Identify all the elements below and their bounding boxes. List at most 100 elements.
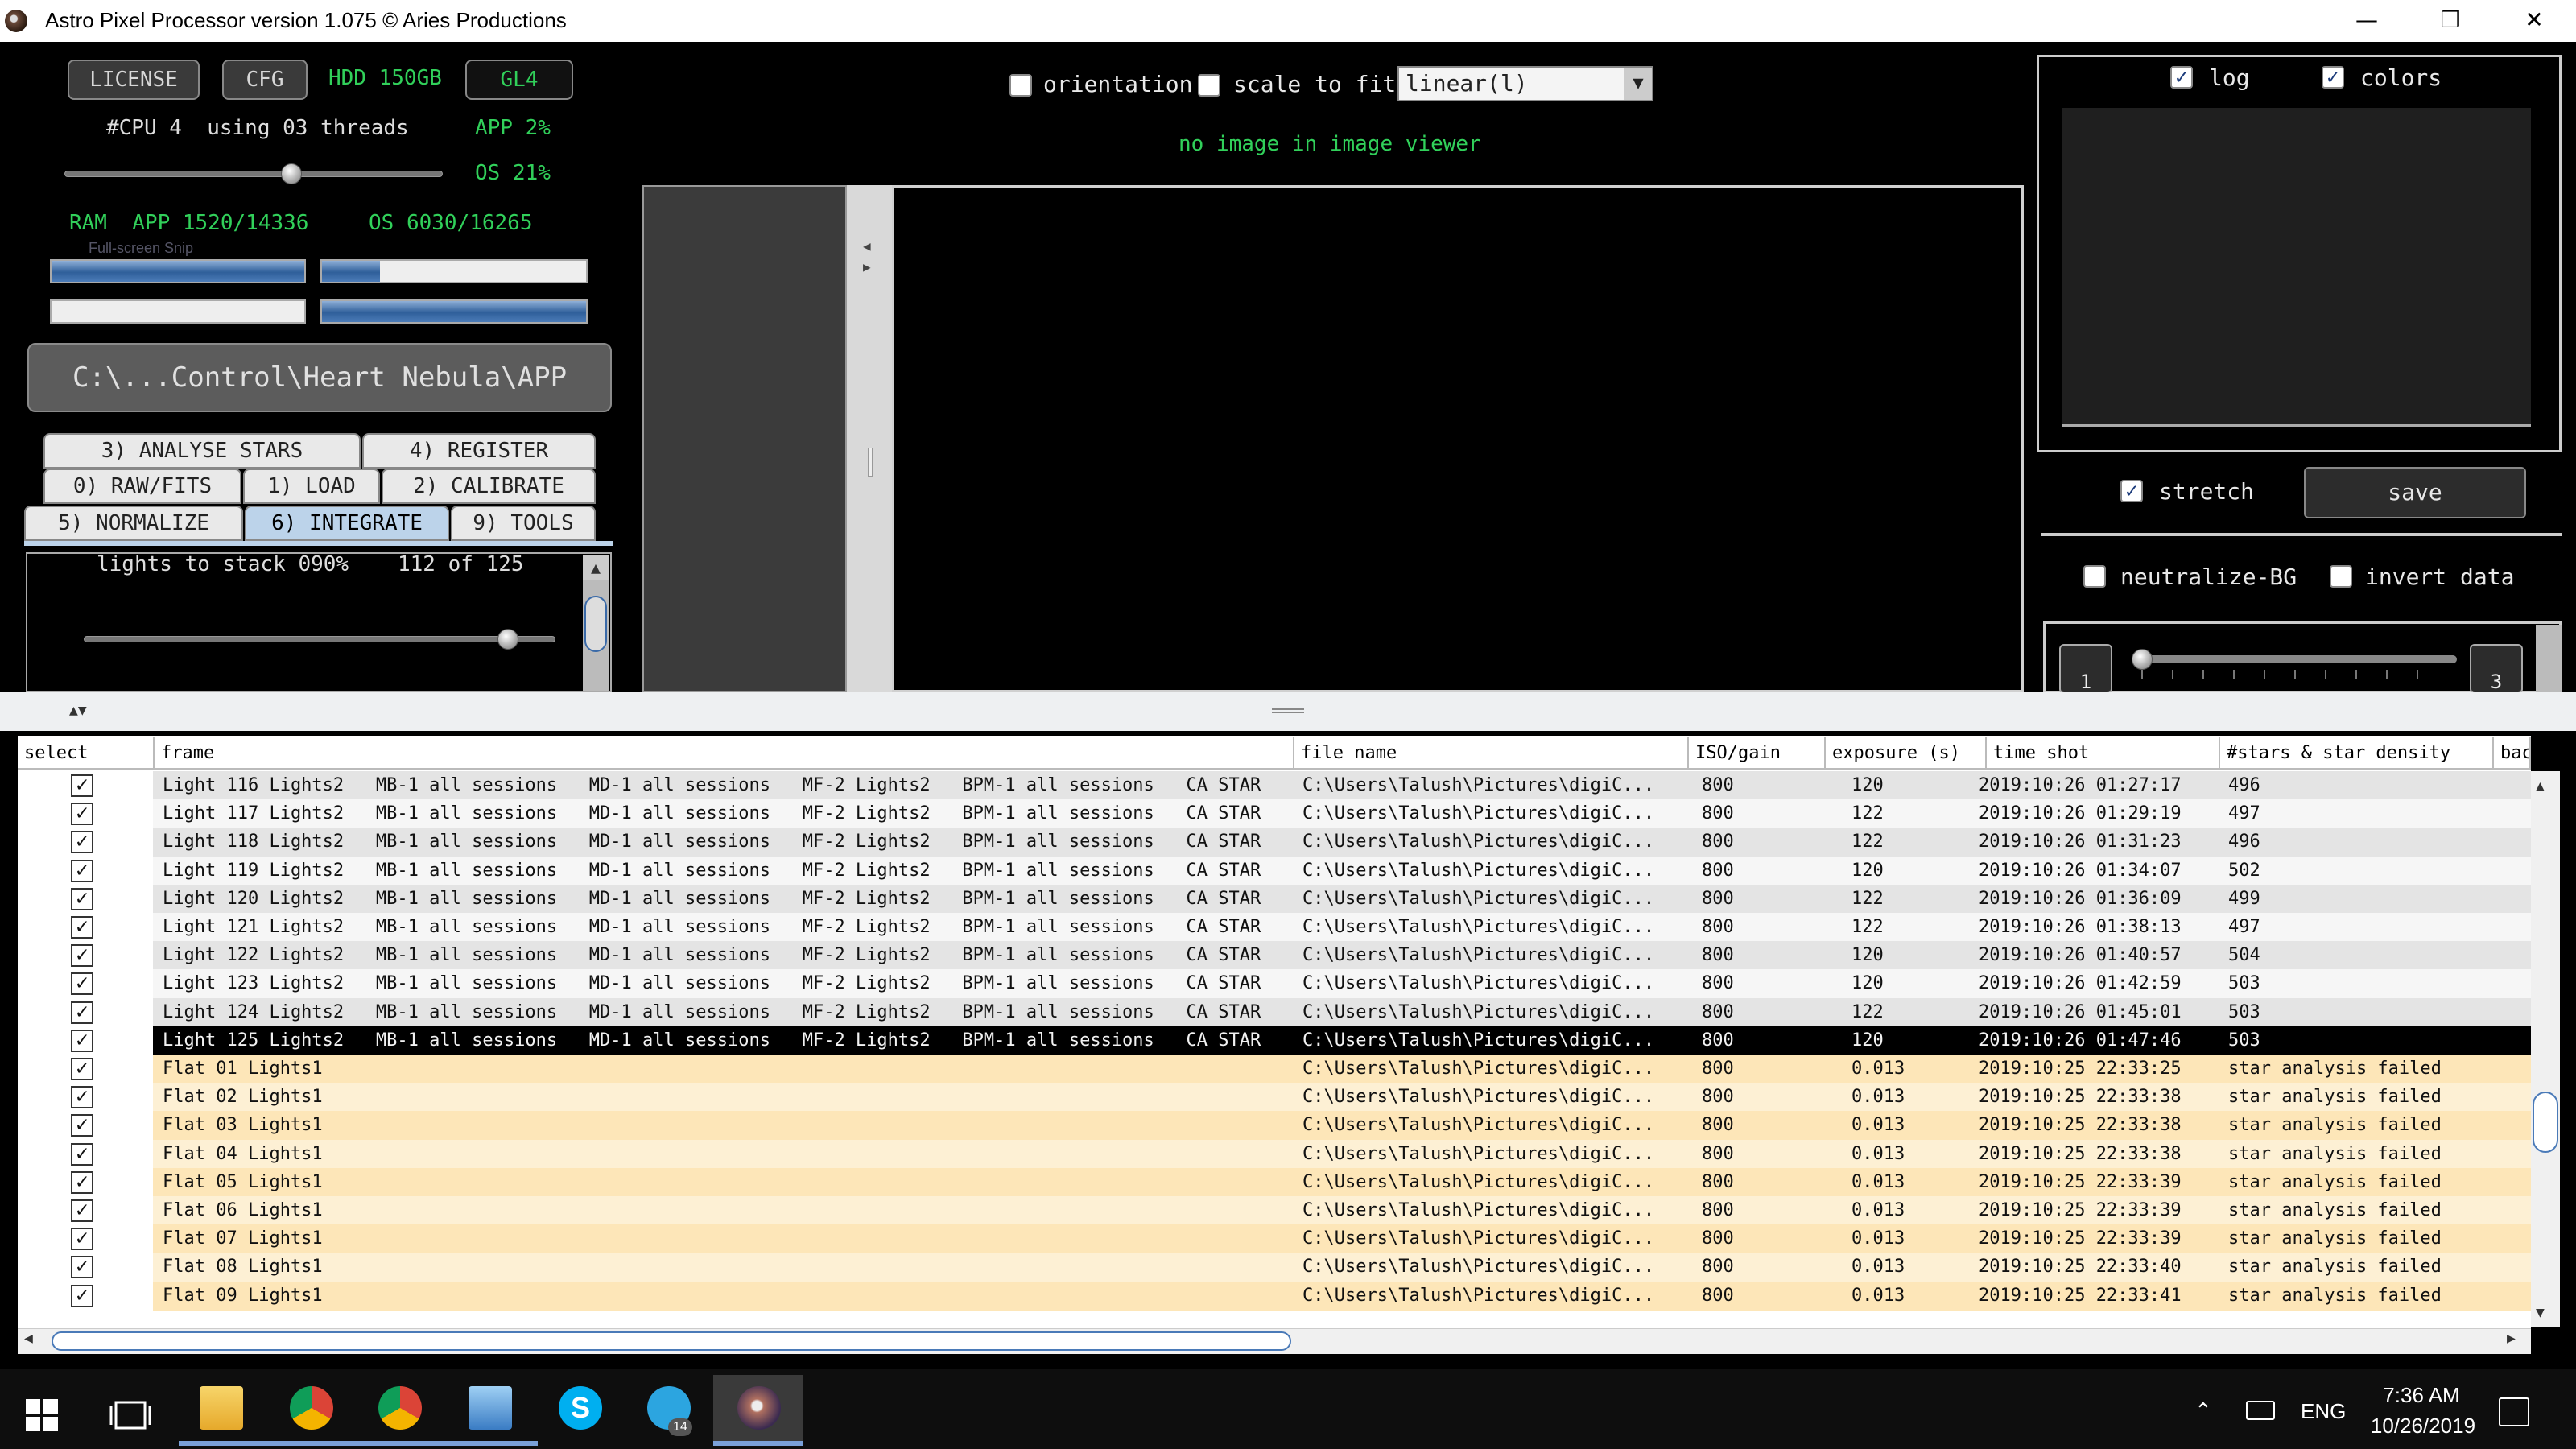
row-select-checkbox[interactable]: ✓ bbox=[71, 1228, 93, 1251]
save-button[interactable]: save bbox=[2304, 467, 2526, 518]
colors-checkbox[interactable]: ✓ bbox=[2322, 66, 2344, 89]
table-row[interactable]: ✓ Light 117 Lights2 MB-1 all sessions MD-… bbox=[18, 799, 2531, 829]
close-button[interactable]: ✕ bbox=[2492, 0, 2576, 42]
table-row[interactable]: ✓ Flat 02 Lights1 C:\Users\Talush\Pictures… bbox=[18, 1083, 2531, 1113]
integrate-scroll-thumb[interactable] bbox=[584, 596, 607, 652]
row-select-checkbox[interactable]: ✓ bbox=[71, 1058, 93, 1080]
chrome-profile-icon[interactable] bbox=[378, 1386, 422, 1430]
row-select-checkbox[interactable]: ✓ bbox=[71, 1001, 93, 1024]
row-select-checkbox[interactable]: ✓ bbox=[71, 944, 93, 968]
col-file-name[interactable]: file name bbox=[1294, 737, 1689, 770]
row-select-checkbox[interactable]: ✓ bbox=[71, 972, 93, 996]
table-row[interactable]: ✓ Light 124 Lights2 MB-1 all sessions MD-… bbox=[18, 997, 2531, 1027]
invert-data-checkbox[interactable] bbox=[2330, 565, 2352, 588]
row-select-checkbox[interactable]: ✓ bbox=[71, 916, 93, 939]
range-slider-track[interactable] bbox=[2135, 655, 2457, 663]
working-directory-button[interactable]: C:\...Control\Heart Nebula\APP bbox=[27, 343, 612, 412]
row-select-checkbox[interactable]: ✓ bbox=[71, 1086, 93, 1109]
splitter-grip-handle[interactable] bbox=[1272, 708, 1304, 713]
row-select-checkbox[interactable]: ✓ bbox=[71, 1256, 93, 1279]
col-stars-density[interactable]: #stars & star density bbox=[2220, 737, 2494, 770]
scroll-right-arrow-icon[interactable]: ▶ bbox=[2507, 1330, 2516, 1347]
clock-time[interactable]: 7:36 AM bbox=[2373, 1383, 2470, 1408]
right-panel-scrollbar[interactable] bbox=[2536, 625, 2562, 694]
table-row[interactable]: ✓ Flat 07 Lights1 C:\Users\Talush\Pictures… bbox=[18, 1224, 2531, 1254]
table-horizontal-scroll-thumb[interactable] bbox=[52, 1331, 1291, 1351]
table-row[interactable]: ✓ Flat 04 Lights1 C:\Users\Talush\Pictures… bbox=[18, 1139, 2531, 1169]
table-row[interactable]: ✓ Light 119 Lights2 MB-1 all sessions MD-… bbox=[18, 856, 2531, 886]
row-select-checkbox[interactable]: ✓ bbox=[71, 1029, 93, 1052]
gl4-button[interactable]: GL4 bbox=[465, 60, 573, 100]
tab-analyse-stars[interactable]: 3) ANALYSE STARS bbox=[43, 433, 361, 469]
col-iso-gain[interactable]: ISO/gain bbox=[1689, 737, 1826, 770]
table-row[interactable]: ✓ Flat 01 Lights1 C:\Users\Talush\Pictures… bbox=[18, 1055, 2531, 1084]
stretch-checkbox[interactable]: ✓ bbox=[2120, 480, 2143, 502]
clock-date[interactable]: 10/26/2019 bbox=[2359, 1414, 2487, 1439]
col-background[interactable]: back bbox=[2494, 737, 2531, 770]
table-row[interactable]: ✓ Flat 09 Lights1 C:\Users\Talush\Pictures… bbox=[18, 1281, 2531, 1311]
scroll-up-arrow-icon[interactable]: ▲ bbox=[2536, 778, 2545, 795]
minimize-button[interactable]: — bbox=[2325, 0, 2409, 42]
neutralize-bg-checkbox[interactable] bbox=[2083, 565, 2106, 588]
collapse-left-icon[interactable]: ◀ bbox=[863, 238, 871, 254]
range-min-box[interactable]: 1 bbox=[2059, 644, 2112, 694]
row-select-checkbox[interactable]: ✓ bbox=[71, 1142, 93, 1166]
file-explorer-icon[interactable] bbox=[200, 1386, 243, 1430]
show-hidden-icons-icon[interactable]: ⌃ bbox=[2194, 1399, 2212, 1423]
cfg-button[interactable]: CFG bbox=[222, 60, 308, 100]
table-row[interactable]: ✓ Light 123 Lights2 MB-1 all sessions MD-… bbox=[18, 969, 2531, 999]
table-row[interactable]: ✓ Flat 08 Lights1 C:\Users\Talush\Pictures… bbox=[18, 1253, 2531, 1282]
orientation-checkbox[interactable] bbox=[1009, 74, 1032, 97]
row-select-checkbox[interactable]: ✓ bbox=[71, 831, 93, 854]
row-select-checkbox[interactable]: ✓ bbox=[71, 887, 93, 910]
chrome-icon[interactable] bbox=[290, 1386, 333, 1430]
row-select-checkbox[interactable]: ✓ bbox=[71, 803, 93, 826]
table-row[interactable]: ✓ Light 116 Lights2 MB-1 all sessions MD-… bbox=[18, 771, 2531, 800]
row-select-checkbox[interactable]: ✓ bbox=[71, 1170, 93, 1194]
row-select-checkbox[interactable]: ✓ bbox=[71, 1199, 93, 1222]
scroll-up-arrow-icon[interactable]: ▲ bbox=[583, 555, 609, 580]
tab-register[interactable]: 4) REGISTER bbox=[362, 433, 596, 469]
tab-tools[interactable]: 9) TOOLS bbox=[451, 506, 596, 541]
expand-right-icon[interactable]: ▶ bbox=[863, 259, 871, 275]
tab-integrate[interactable]: 6) INTEGRATE bbox=[245, 506, 449, 541]
table-row[interactable]: ✓ Light 120 Lights2 MB-1 all sessions MD-… bbox=[18, 884, 2531, 914]
splitter-arrows-icon[interactable]: ▲▼ bbox=[69, 702, 87, 719]
tab-normalize[interactable]: 5) NORMALIZE bbox=[24, 506, 243, 541]
threads-slider-knob[interactable] bbox=[281, 163, 302, 184]
notifications-icon[interactable] bbox=[2499, 1397, 2529, 1426]
image-viewer-canvas[interactable] bbox=[892, 185, 2024, 692]
scale-to-fit-checkbox[interactable] bbox=[1198, 74, 1220, 97]
table-row[interactable]: ✓ Flat 03 Lights1 C:\Users\Talush\Pictures… bbox=[18, 1111, 2531, 1141]
threads-slider-track[interactable] bbox=[64, 171, 443, 177]
tab-load[interactable]: 1) LOAD bbox=[243, 469, 380, 504]
lights-slider-track[interactable] bbox=[84, 636, 555, 642]
col-time-shot[interactable]: time shot bbox=[1987, 737, 2220, 770]
windows-start-icon[interactable] bbox=[26, 1399, 58, 1431]
table-vertical-scrollbar[interactable] bbox=[2531, 771, 2560, 1327]
row-select-checkbox[interactable]: ✓ bbox=[71, 859, 93, 882]
tab-calibrate[interactable]: 2) CALIBRATE bbox=[382, 469, 596, 504]
col-frame[interactable]: frame bbox=[155, 737, 1294, 770]
license-button[interactable]: LICENSE bbox=[68, 60, 200, 100]
table-row[interactable]: ✓ Flat 05 Lights1 C:\Users\Talush\Pictures… bbox=[18, 1167, 2531, 1197]
row-select-checkbox[interactable]: ✓ bbox=[71, 1114, 93, 1137]
table-row[interactable]: ✓ Light 122 Lights2 MB-1 all sessions MD-… bbox=[18, 941, 2531, 971]
tab-raw-fits[interactable]: 0) RAW/FITS bbox=[43, 469, 242, 504]
scroll-down-arrow-icon[interactable]: ▼ bbox=[2536, 1304, 2545, 1321]
col-select[interactable]: select bbox=[18, 737, 155, 770]
col-exposure[interactable]: exposure (s) bbox=[1826, 737, 1987, 770]
viewer-grip-handle[interactable] bbox=[868, 448, 873, 477]
task-view-icon[interactable] bbox=[109, 1397, 151, 1433]
control-panel-icon[interactable] bbox=[469, 1386, 512, 1430]
stretch-mode-select[interactable]: linear(l) bbox=[1397, 66, 1653, 101]
table-vertical-scroll-thumb[interactable] bbox=[2533, 1092, 2558, 1153]
row-select-checkbox[interactable]: ✓ bbox=[71, 774, 93, 797]
scroll-left-arrow-icon[interactable]: ◀ bbox=[24, 1330, 33, 1347]
table-row[interactable]: ✓ Light 125 Lights2 MB-1 all sessions MD-… bbox=[18, 1026, 2531, 1055]
language-indicator[interactable]: ENG bbox=[2301, 1399, 2346, 1424]
table-row[interactable]: ✓ Flat 06 Lights1 C:\Users\Talush\Pictures… bbox=[18, 1196, 2531, 1225]
astro-pixel-processor-icon[interactable] bbox=[737, 1386, 781, 1430]
log-checkbox[interactable]: ✓ bbox=[2170, 66, 2193, 89]
skype-icon[interactable]: S bbox=[559, 1386, 602, 1430]
